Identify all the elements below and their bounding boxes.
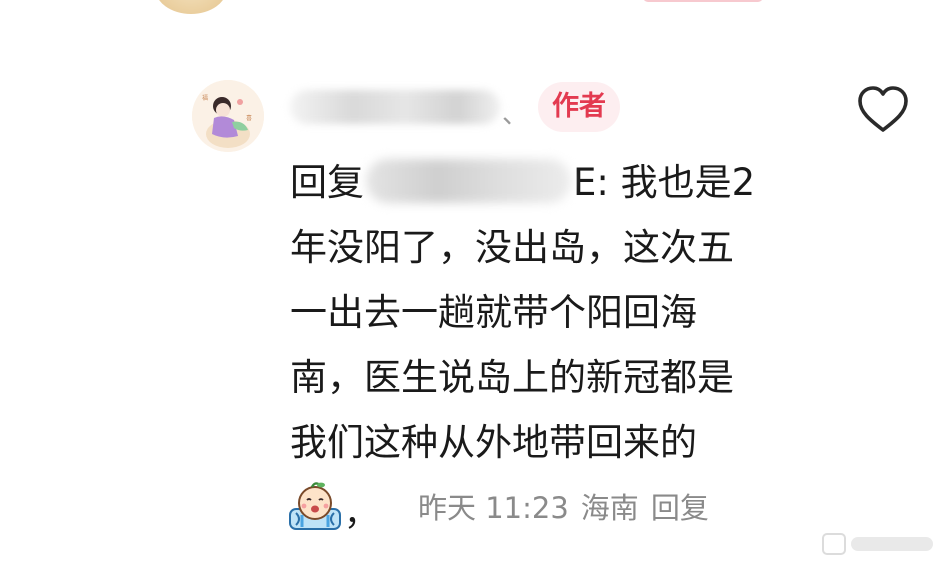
comment-header: 、 作者: [290, 82, 621, 132]
reply-prefix: 回复: [290, 161, 364, 204]
name-separator: 、: [502, 99, 529, 130]
previous-comment-tag: [643, 0, 763, 2]
comment-line-first: 回复 E: 我也是2: [290, 150, 800, 215]
avatar[interactable]: 福 喜: [192, 80, 264, 152]
crying-face-emoji-icon: [289, 482, 341, 530]
username-blurred[interactable]: [290, 90, 500, 124]
trailing-comma: ，: [344, 493, 378, 534]
comment-meta: ， 昨天 11:23 海南 回复: [288, 478, 709, 534]
reply-first-text: E: 我也是2: [573, 161, 756, 204]
comment-location: 海南: [580, 491, 639, 525]
heart-outline-icon[interactable]: [856, 84, 910, 134]
comment-line: 一出去一趟就带个阳回海: [290, 291, 697, 334]
comment-line: 年没阳了，没出岛，这次五: [290, 226, 734, 269]
svg-text:喜: 喜: [246, 114, 252, 122]
reply-button[interactable]: 回复: [651, 485, 709, 527]
comment-time: 昨天 11:23: [418, 491, 569, 525]
author-badge: 作者: [538, 82, 621, 132]
previous-comment-avatar[interactable]: [155, 0, 227, 14]
comment-screen: 福 喜 、 作者 回复 E: 我也是2 年没阳了，没出岛，这次五 一出去一趟就带个…: [0, 0, 951, 569]
svg-text:福: 福: [202, 94, 208, 102]
comment-line: 我们这种从外地带回来的: [290, 421, 697, 464]
watermark-icon: [822, 533, 933, 555]
comment-text: 回复 E: 我也是2 年没阳了，没出岛，这次五 一出去一趟就带个阳回海 南，医生说…: [290, 150, 800, 475]
reply-target-blurred[interactable]: [366, 159, 571, 203]
comment-line: 南，医生说岛上的新冠都是: [290, 356, 734, 399]
